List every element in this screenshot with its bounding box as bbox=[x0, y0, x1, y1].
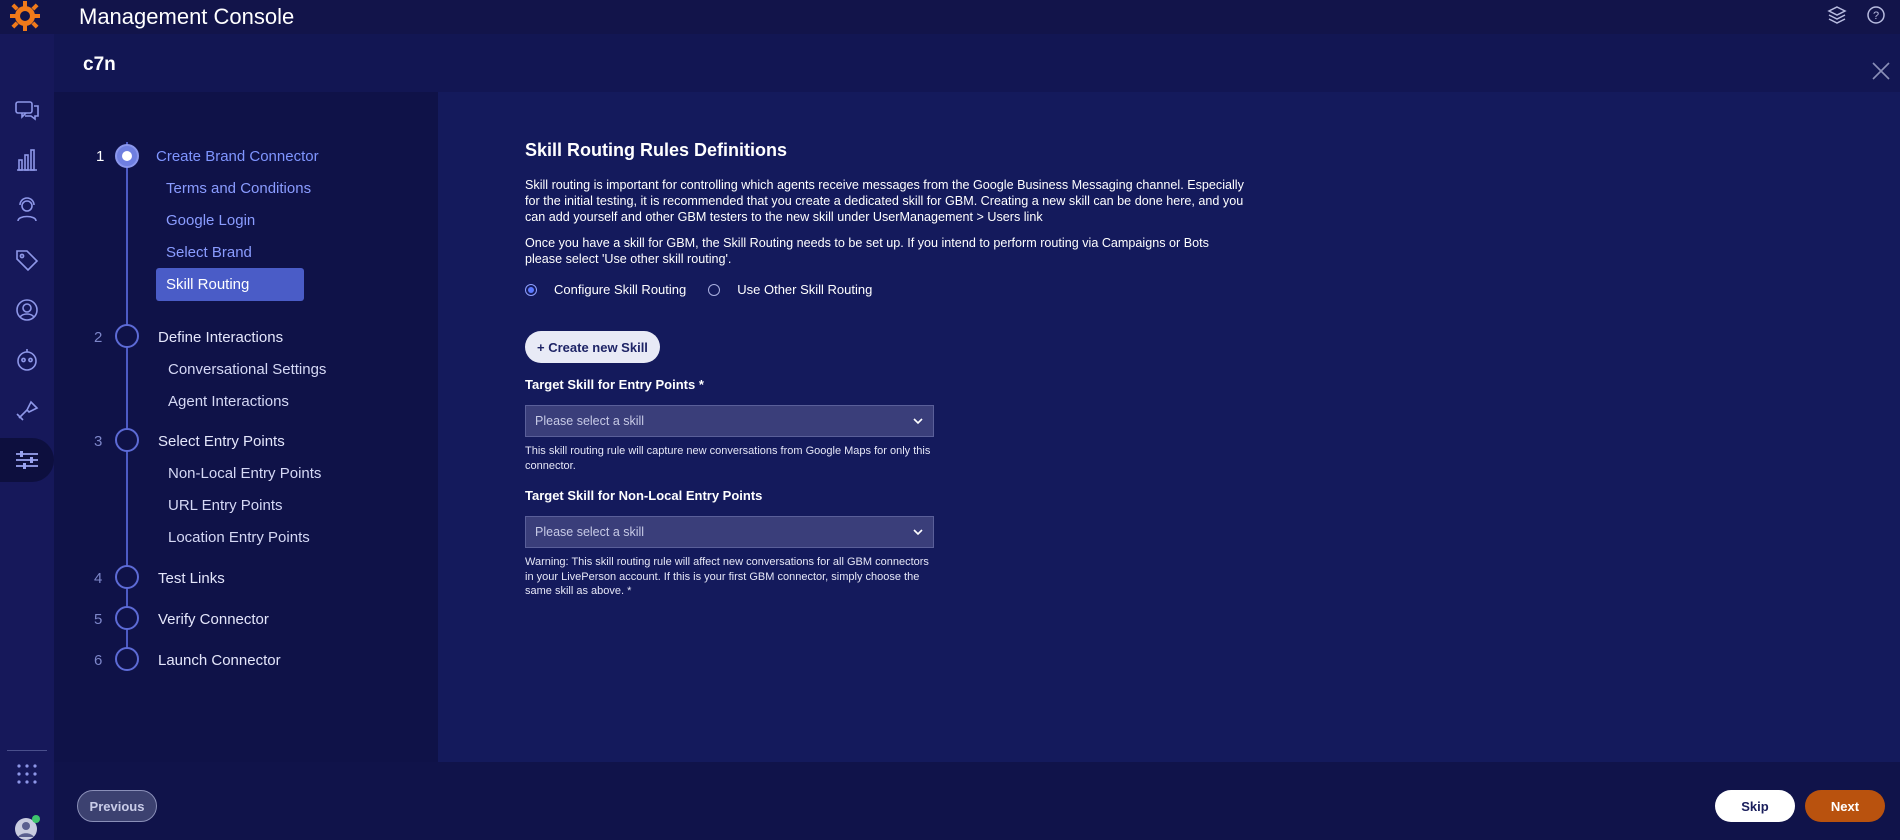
rail-divider bbox=[7, 750, 47, 751]
wizard-stepper: 1 Create Brand Connector Terms and Condi… bbox=[54, 92, 438, 762]
nav-profile[interactable] bbox=[0, 806, 54, 840]
nav-tags[interactable] bbox=[0, 238, 54, 282]
step-define-interactions[interactable]: Define Interactions bbox=[158, 329, 283, 346]
chevron-down-icon bbox=[913, 529, 923, 536]
non-local-skill-label: Target Skill for Non-Local Entry Points bbox=[525, 488, 763, 503]
nav-apps[interactable] bbox=[0, 752, 54, 796]
nav-agents[interactable] bbox=[0, 188, 54, 232]
step-launch-connector[interactable]: Launch Connector bbox=[158, 652, 281, 669]
substep-google-login[interactable]: Google Login bbox=[166, 212, 255, 229]
svg-text:?: ? bbox=[1873, 10, 1879, 22]
step-test-links[interactable]: Test Links bbox=[158, 570, 225, 587]
radio-configure-skill-routing[interactable] bbox=[525, 283, 537, 296]
create-new-skill-button[interactable]: + Create new Skill bbox=[525, 331, 660, 363]
left-nav-rail bbox=[0, 34, 54, 840]
avatar-icon bbox=[15, 815, 40, 840]
step-select-entry-points[interactable]: Select Entry Points bbox=[158, 433, 285, 450]
previous-button[interactable]: Previous bbox=[77, 790, 157, 822]
chevron-down-icon bbox=[913, 418, 923, 425]
step-indicator bbox=[115, 428, 139, 452]
substep-location-entry-points[interactable]: Location Entry Points bbox=[168, 529, 310, 546]
step-number: 5 bbox=[94, 611, 103, 628]
step-number: 3 bbox=[94, 433, 103, 450]
nav-bots[interactable] bbox=[0, 338, 54, 382]
next-button[interactable]: Next bbox=[1805, 790, 1885, 822]
target-skill-select[interactable]: Please select a skill bbox=[525, 405, 934, 437]
user-icon bbox=[16, 299, 38, 321]
step-number: 1 bbox=[96, 148, 105, 165]
nav-chat[interactable] bbox=[0, 88, 54, 132]
non-local-skill-select[interactable]: Please select a skill bbox=[525, 516, 934, 548]
analytics-icon bbox=[17, 149, 37, 171]
substep-conversational-settings[interactable]: Conversational Settings bbox=[168, 361, 326, 378]
settings-sliders-icon bbox=[16, 451, 38, 469]
substep-url-entry-points[interactable]: URL Entry Points bbox=[168, 497, 283, 514]
select-placeholder: Please select a skill bbox=[535, 414, 645, 428]
step-verify-connector[interactable]: Verify Connector bbox=[158, 611, 269, 628]
step-connector-line bbox=[126, 350, 128, 486]
step-indicator bbox=[115, 606, 139, 630]
step-indicator bbox=[115, 324, 139, 348]
radio-label[interactable]: Use Other Skill Routing bbox=[737, 282, 872, 297]
nav-automation[interactable] bbox=[0, 388, 54, 432]
select-placeholder: Please select a skill bbox=[535, 525, 645, 539]
step-create-brand-connector[interactable]: Create Brand Connector bbox=[156, 148, 319, 165]
radio-label[interactable]: Configure Skill Routing bbox=[554, 282, 686, 297]
step-indicator bbox=[115, 565, 139, 589]
apps-grid-icon bbox=[17, 764, 37, 784]
tag-icon bbox=[16, 250, 39, 272]
page-title: Skill Routing Rules Definitions bbox=[525, 140, 788, 160]
nav-users[interactable] bbox=[0, 288, 54, 332]
substep-terms[interactable]: Terms and Conditions bbox=[166, 180, 311, 197]
target-skill-label: Target Skill for Entry Points * bbox=[525, 377, 704, 392]
description-paragraph-2: Once you have a skill for GBM, the Skill… bbox=[525, 236, 1209, 266]
non-local-skill-warning: Warning: This skill routing rule will af… bbox=[525, 556, 929, 597]
target-skill-helper: This skill routing rule will capture new… bbox=[525, 445, 931, 472]
skip-button[interactable]: Skip bbox=[1715, 790, 1795, 822]
layers-icon[interactable] bbox=[1826, 4, 1848, 26]
description-paragraph-1: Skill routing is important for controlli… bbox=[525, 178, 1244, 224]
substep-agent-interactions[interactable]: Agent Interactions bbox=[168, 393, 289, 410]
wizard-footer: Previous Skip Next bbox=[54, 762, 1900, 840]
help-icon[interactable]: ? bbox=[1865, 4, 1887, 26]
agent-icon bbox=[17, 197, 37, 222]
step-indicator-active bbox=[115, 144, 139, 168]
connector-name: c7n bbox=[83, 54, 116, 75]
close-icon[interactable] bbox=[1870, 60, 1892, 82]
routing-radio-group: Configure Skill Routing Use Other Skill … bbox=[525, 282, 872, 297]
radio-use-other-skill-routing[interactable] bbox=[708, 283, 721, 296]
step-number: 4 bbox=[94, 570, 103, 587]
connector-header: c7n bbox=[54, 34, 1900, 92]
app-title: Management Console bbox=[79, 4, 295, 29]
liveperson-logo-icon[interactable] bbox=[8, 0, 42, 32]
chat-icon bbox=[15, 101, 39, 121]
step-number: 6 bbox=[94, 652, 103, 669]
top-bar: Management Console ? bbox=[0, 0, 1900, 34]
nav-settings[interactable] bbox=[0, 438, 54, 482]
substep-skill-routing[interactable]: Skill Routing bbox=[156, 268, 304, 301]
substep-non-local-entry-points[interactable]: Non-Local Entry Points bbox=[168, 465, 321, 482]
bot-icon bbox=[17, 349, 37, 371]
substep-select-brand[interactable]: Select Brand bbox=[166, 244, 252, 261]
step-number: 2 bbox=[94, 329, 103, 346]
nav-analytics[interactable] bbox=[0, 138, 54, 182]
main-content: Skill Routing Rules Definitions Skill ro… bbox=[438, 92, 1900, 762]
step-indicator bbox=[115, 647, 139, 671]
automation-icon bbox=[16, 400, 39, 421]
